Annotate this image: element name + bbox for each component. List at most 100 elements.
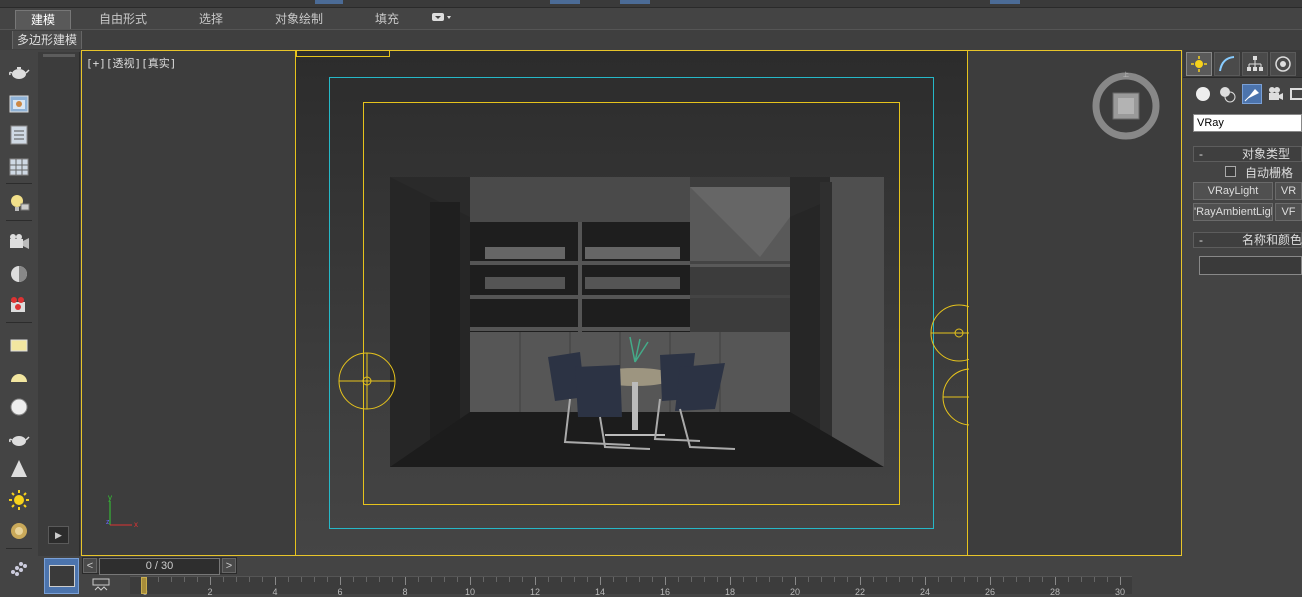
hemisphere-icon[interactable] xyxy=(7,365,31,389)
ribbon-options-button[interactable] xyxy=(426,10,458,29)
light-bulb-icon[interactable] xyxy=(7,191,31,215)
sun-icon[interactable] xyxy=(7,488,31,512)
tab-selection[interactable]: 选择 xyxy=(190,10,232,29)
name-color-rollout-header[interactable]: - 名称和颜色 xyxy=(1193,232,1302,248)
timeline-minor-tick xyxy=(301,577,302,582)
timeline-minor-tick xyxy=(197,577,198,582)
next-frame-button[interactable]: > xyxy=(222,558,236,573)
frame-counter[interactable]: 0 / 30 xyxy=(99,558,220,575)
image-icon[interactable] xyxy=(7,92,31,116)
timeline-minor-tick xyxy=(353,577,354,582)
viewport-label[interactable]: [+][透视][真实] xyxy=(86,55,176,71)
timeline-tick-label: 30 xyxy=(1114,587,1126,597)
vray-sun-button[interactable]: VF xyxy=(1275,203,1302,221)
teapot-small-icon[interactable] xyxy=(7,427,31,451)
timeline-minor-tick xyxy=(171,577,172,582)
timeline-tick xyxy=(535,577,536,585)
sphere-icon[interactable] xyxy=(7,395,31,419)
tab-modeling[interactable]: 建模 xyxy=(15,10,71,29)
timeline-tick-label: 6 xyxy=(337,587,343,597)
geometry-icon xyxy=(1196,87,1210,101)
timeline-tick xyxy=(860,577,861,585)
tab-object-paint[interactable]: 对象绘制 xyxy=(268,10,330,29)
timeline-minor-tick xyxy=(1107,577,1108,582)
polygon-modeling-label[interactable]: 多边形建模 xyxy=(12,31,83,49)
shapes-icon xyxy=(1220,87,1236,103)
renderer-dropdown[interactable]: VRay xyxy=(1193,114,1302,132)
timeline-minor-tick xyxy=(262,577,263,582)
timeline-tick-label: 20 xyxy=(789,587,801,597)
timeline-minor-tick xyxy=(1094,577,1095,582)
timeline-minor-tick xyxy=(587,577,588,582)
disk-icon[interactable] xyxy=(7,519,31,543)
object-type-rollout-header[interactable]: - 对象类型 xyxy=(1193,146,1302,162)
hierarchy-tab[interactable] xyxy=(1242,52,1268,76)
list-icon[interactable] xyxy=(7,123,31,147)
timeline-minor-tick xyxy=(626,577,627,582)
object-name-field[interactable] xyxy=(1199,256,1302,275)
timeline-minor-tick xyxy=(236,577,237,582)
plane-icon[interactable] xyxy=(7,333,31,357)
timeline-tick xyxy=(665,577,666,585)
camera-red-icon[interactable] xyxy=(7,293,31,317)
scene-render xyxy=(390,177,884,467)
timeline-minor-tick xyxy=(496,577,497,582)
timeline-minor-tick xyxy=(1029,577,1030,582)
motion-tab[interactable] xyxy=(1270,52,1296,76)
cone-icon[interactable] xyxy=(7,457,31,481)
timeline-tick xyxy=(470,577,471,585)
camera-icon[interactable] xyxy=(7,230,31,254)
vray-ies-button[interactable]: VR xyxy=(1275,182,1302,200)
svg-text:上: 上 xyxy=(1123,71,1129,79)
left-toolbar xyxy=(0,52,38,594)
timeline-minor-tick xyxy=(613,577,614,582)
create-tab[interactable] xyxy=(1186,52,1212,76)
viewcube-icon[interactable]: 上 xyxy=(1091,71,1161,141)
tab-freeform[interactable]: 自由形式 xyxy=(92,10,154,29)
timeline-tick-label: 10 xyxy=(464,587,476,597)
timeline-track[interactable]: 024681012141618202224262830 xyxy=(130,576,1132,597)
svg-text:x: x xyxy=(134,520,138,529)
timeline-tick xyxy=(1120,577,1121,585)
name-color-title: 名称和颜色 xyxy=(1242,233,1302,247)
light-gizmo-left[interactable] xyxy=(337,351,397,411)
autogrid-label: 自动栅格 xyxy=(1245,166,1294,180)
timeline-minor-tick xyxy=(1042,577,1043,582)
perspective-viewport[interactable]: 上 [+][透视][真实] y x z xyxy=(81,50,1182,556)
particles-icon[interactable] xyxy=(7,557,31,581)
mini-viewport-button[interactable] xyxy=(44,558,79,594)
time-slider[interactable]: < 0 / 30 > xyxy=(82,557,237,575)
prev-frame-button[interactable]: < xyxy=(83,558,97,573)
sphere-half-icon[interactable] xyxy=(7,262,31,286)
timeline-tick-label: 26 xyxy=(984,587,996,597)
expand-button[interactable]: ▶ xyxy=(48,526,69,544)
timeline-minor-tick xyxy=(899,577,900,582)
helpers-button[interactable] xyxy=(1287,84,1302,104)
timeline-tick xyxy=(405,577,406,585)
curve-editor-icon[interactable] xyxy=(92,578,110,594)
autogrid-checkbox[interactable] xyxy=(1225,166,1236,177)
command-panel: VRay - 对象类型 自动栅格 VRayLight VR 'RayAmbien… xyxy=(1183,50,1302,594)
time-slider-handle[interactable] xyxy=(141,577,147,594)
timeline-tick xyxy=(210,577,211,585)
modify-tab[interactable] xyxy=(1214,52,1240,76)
lights-button[interactable] xyxy=(1242,84,1262,104)
cameras-button[interactable] xyxy=(1266,84,1286,104)
teapot-icon[interactable] xyxy=(7,60,31,84)
ribbon: 建模 自由形式 选择 对象绘制 填充 xyxy=(0,8,1302,30)
grid-icon[interactable] xyxy=(7,155,31,179)
motion-icon xyxy=(1275,56,1291,72)
tab-populate[interactable]: 填充 xyxy=(368,10,406,29)
vrayambientlight-button[interactable]: 'RayAmbientLigh xyxy=(1193,203,1273,221)
geometry-button[interactable] xyxy=(1193,84,1213,104)
vraylight-button[interactable]: VRayLight xyxy=(1193,182,1273,200)
light-gizmo-right-top[interactable] xyxy=(929,303,969,363)
svg-text:z: z xyxy=(106,519,110,526)
timeline-minor-tick xyxy=(704,577,705,582)
shapes-button[interactable] xyxy=(1217,84,1237,104)
timeline-tick xyxy=(990,577,991,585)
timeline-minor-tick xyxy=(418,577,419,582)
lights-icon xyxy=(1244,89,1259,102)
timeline-minor-tick xyxy=(847,577,848,582)
light-gizmo-right-bottom[interactable] xyxy=(941,367,969,427)
